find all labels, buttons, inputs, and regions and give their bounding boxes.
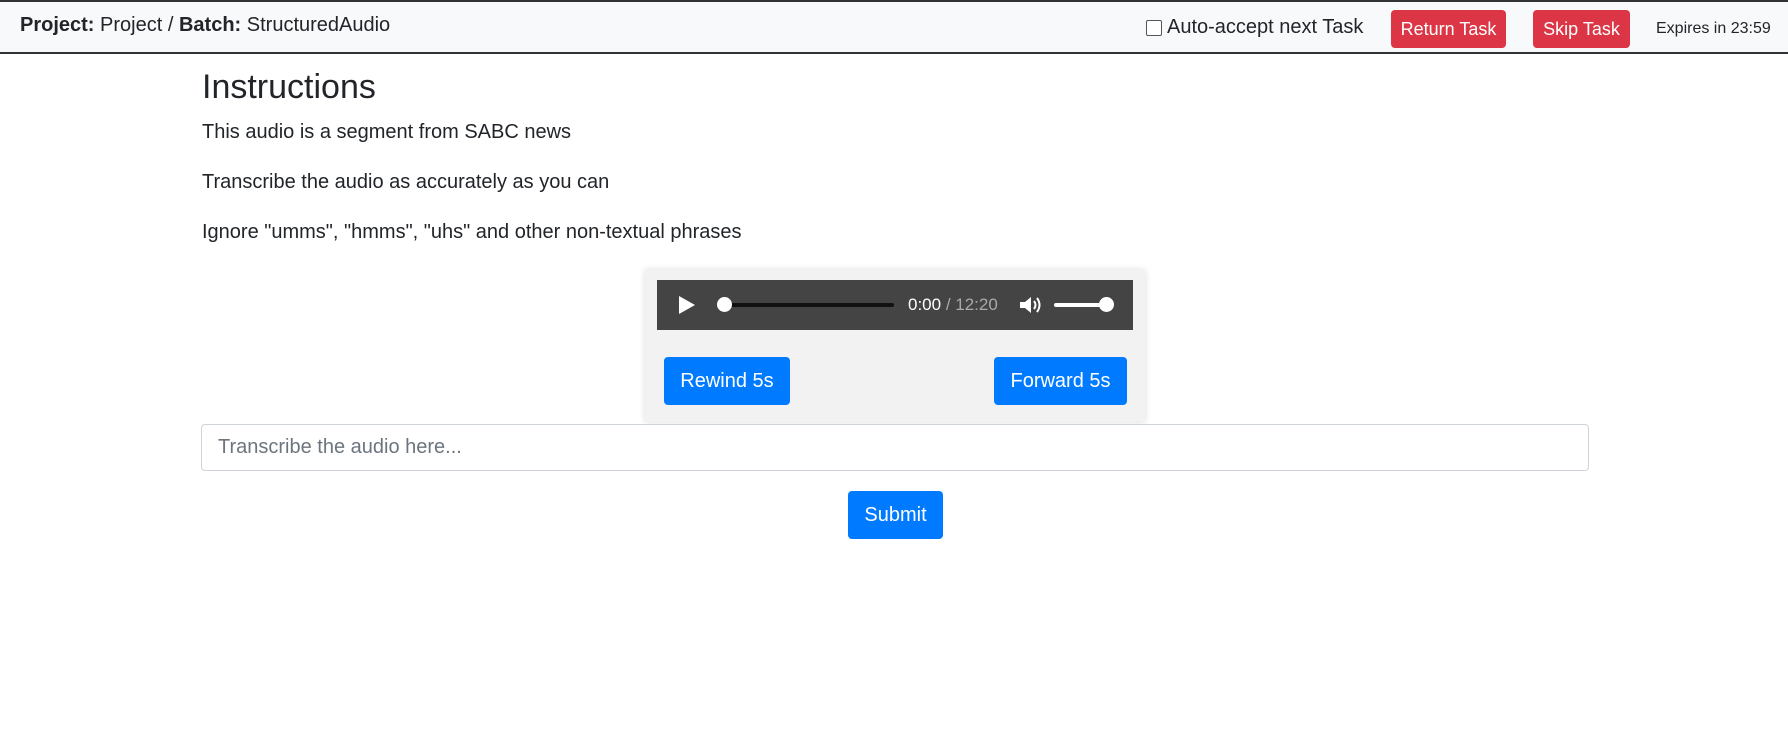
play-icon[interactable] <box>679 296 695 314</box>
instruction-paragraph-3: Ignore "umms", "hmms", "uhs" and other n… <box>202 221 742 243</box>
auto-accept-label: Auto-accept next Task <box>1167 16 1364 38</box>
instructions-title: Instructions <box>202 68 376 106</box>
project-label: Project: <box>20 14 95 36</box>
instruction-paragraph-2: Transcribe the audio as accurately as yo… <box>202 171 610 193</box>
top-bar: Project: Project / Batch: StructuredAudi… <box>0 0 1788 54</box>
auto-accept-checkbox[interactable] <box>1146 19 1162 36</box>
audio-controls: 0:00 / 12:20 <box>657 280 1133 330</box>
duration: / 12:20 <box>945 295 998 314</box>
audio-player-panel: 0:00 / 12:20 Rewind 5s Forward 5s <box>645 270 1145 422</box>
batch-name: StructuredAudio <box>246 14 391 36</box>
expires-timer: Expires in 23:59 <box>1656 20 1771 37</box>
batch-label: Batch: <box>178 14 242 36</box>
return-task-button[interactable]: Return Task <box>1391 10 1506 48</box>
forward-button[interactable]: Forward 5s <box>994 357 1127 405</box>
rewind-button[interactable]: Rewind 5s <box>664 357 790 405</box>
speaker-icon[interactable] <box>1020 296 1044 314</box>
current-time: 0:00 <box>908 295 942 314</box>
time-display: 0:00 / 12:20 <box>908 295 998 315</box>
progress-track[interactable] <box>724 303 894 307</box>
breadcrumb: Project: Project / Batch: StructuredAudi… <box>20 14 390 37</box>
skip-task-button[interactable]: Skip Task <box>1533 10 1630 48</box>
breadcrumb-separator: / <box>167 14 174 36</box>
project-name: Project <box>100 14 163 36</box>
instruction-paragraph-1: This audio is a segment from SABC news <box>202 121 572 143</box>
progress-knob[interactable] <box>717 297 732 312</box>
submit-button[interactable]: Submit <box>848 491 943 539</box>
transcription-input[interactable] <box>201 424 1589 471</box>
volume-knob[interactable] <box>1099 297 1114 312</box>
auto-accept-toggle[interactable]: Auto-accept next Task <box>1146 16 1363 39</box>
